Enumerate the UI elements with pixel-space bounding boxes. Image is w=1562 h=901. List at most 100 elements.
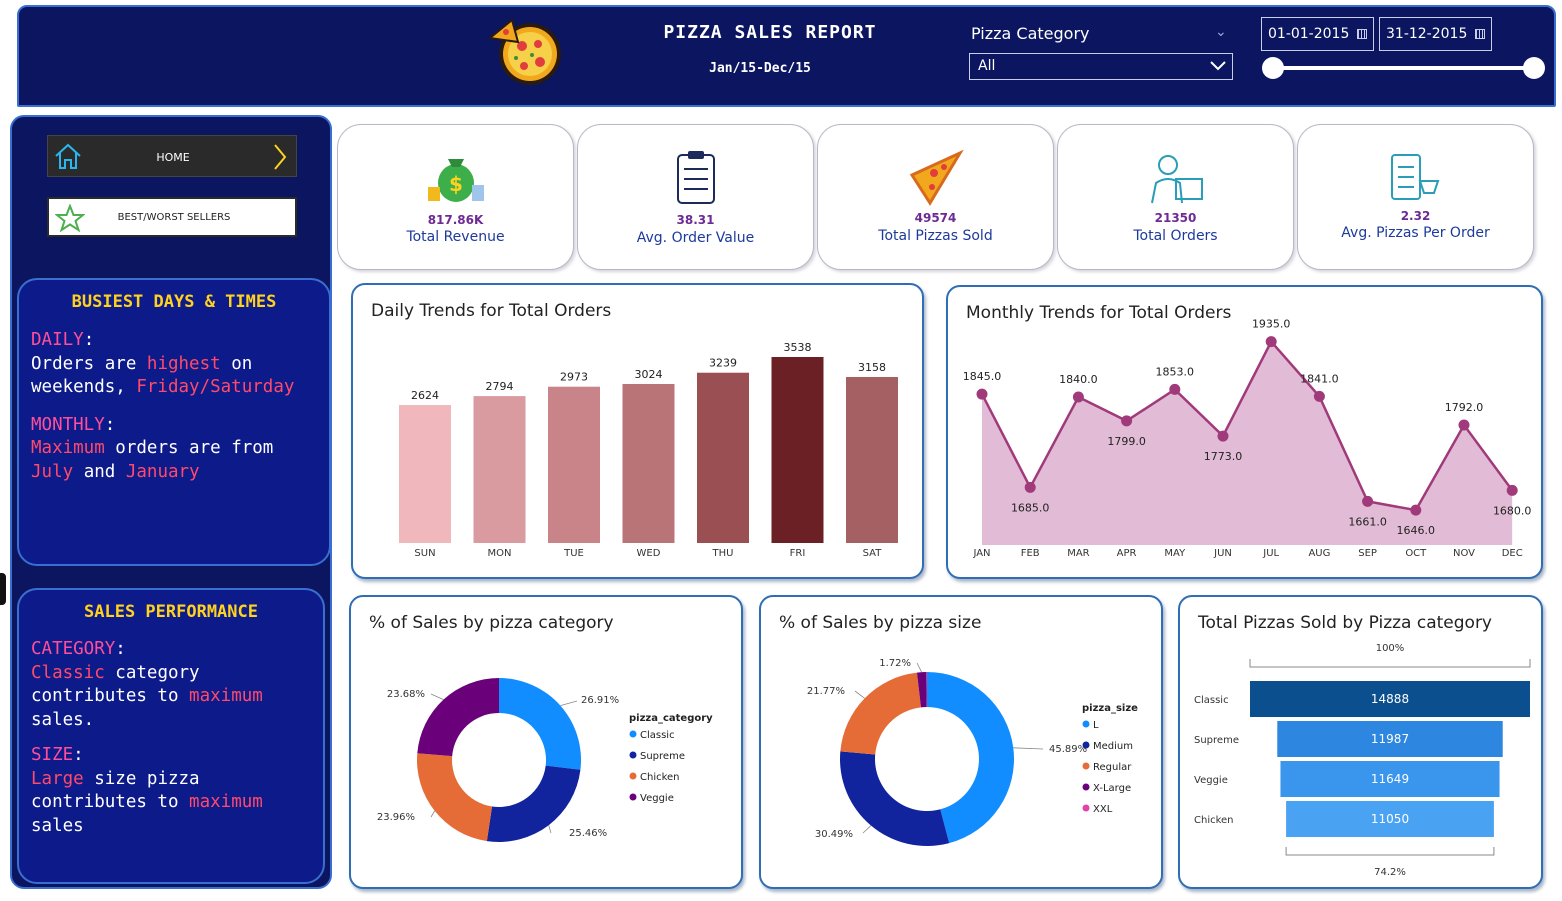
daily-trends-chart: 2624 SUN 2794 MON 2973 TUE 3024 WED 3239 THU 3538 F… xyxy=(399,341,898,559)
category-filter-value: All xyxy=(978,58,996,74)
leader-line xyxy=(1013,747,1044,750)
chevron-right-icon xyxy=(274,144,287,170)
sales-by-size-chart: 45.89% 30.49% 21.77% 1.72% pizza_size L Medium… xyxy=(807,658,1138,846)
leader-line xyxy=(916,662,923,673)
highlight-span: maximum xyxy=(189,792,263,812)
data-label: 1646.0 xyxy=(1397,524,1436,537)
report-subtitle: Jan/15-Dec/15 xyxy=(709,61,811,76)
funnel-bottom-bracket xyxy=(1285,847,1495,856)
data-label: 3239 xyxy=(709,357,737,370)
data-point xyxy=(1024,481,1036,493)
highlight-span: highest xyxy=(146,353,221,374)
size-label: SIZE xyxy=(31,745,74,765)
date-slider-end-handle[interactable] xyxy=(1523,57,1545,79)
funnel-bottom-label: 74.2% xyxy=(1374,867,1406,878)
data-label: 11050 xyxy=(1371,812,1409,826)
data-point xyxy=(1506,484,1518,496)
pizza-slice-icon xyxy=(909,149,964,206)
x-tick-label: APR xyxy=(1117,548,1137,559)
legend-marker xyxy=(1082,741,1090,749)
data-point xyxy=(1265,336,1277,348)
calendar-icon[interactable] xyxy=(1475,29,1485,39)
bar xyxy=(771,357,824,543)
text-span: category xyxy=(104,662,200,683)
sales-by-category-chart: 26.91% 25.46% 23.96% 23.68% pizza_category Cl… xyxy=(377,678,713,842)
money-bag-icon: $ xyxy=(428,159,484,202)
monthly-label: MONTHLY xyxy=(31,414,105,435)
category-filter-label: Pizza Category xyxy=(971,24,1090,43)
donut-slice xyxy=(486,765,581,842)
kpi-label: Total Orders xyxy=(1133,228,1218,244)
text-span: and xyxy=(73,461,126,482)
x-tick-label: MON xyxy=(488,548,512,559)
date-start-value: 01-01-2015 xyxy=(1268,26,1350,42)
data-label: 23.68% xyxy=(387,689,425,700)
data-label: 11649 xyxy=(1371,772,1409,786)
x-tick-label: JUN xyxy=(1213,548,1232,559)
nav-best-worst-button[interactable]: BEST/WORST SELLERS xyxy=(47,197,297,237)
date-start-field[interactable]: 01-01-2015 xyxy=(1261,17,1374,51)
chevron-down-icon[interactable]: ⌄ xyxy=(1215,24,1227,40)
leader-line xyxy=(430,810,436,818)
x-tick-label: FEB xyxy=(1021,548,1040,559)
x-tick-label: THU xyxy=(712,548,734,559)
x-tick-label: SUN xyxy=(414,548,435,559)
nav-home-label: HOME xyxy=(156,151,190,164)
data-label: 2624 xyxy=(411,389,439,402)
legend-marker xyxy=(1082,720,1090,728)
date-slider-start-handle[interactable] xyxy=(1262,57,1284,79)
highlight-span: Friday/Saturday xyxy=(136,377,295,397)
data-label: 1799.0 xyxy=(1107,435,1146,448)
x-tick-label: AUG xyxy=(1308,548,1330,559)
category-label: Classic xyxy=(1194,695,1229,706)
text-span: orders are from xyxy=(104,438,274,458)
x-tick-label: MAR xyxy=(1067,548,1089,559)
legend-entry: XXL xyxy=(1093,804,1113,815)
checklist-cart-icon xyxy=(1391,154,1440,200)
kpi-value: 38.31 xyxy=(676,213,715,227)
date-end-field[interactable]: 31-12-2015 xyxy=(1379,17,1492,51)
legend-entry: X-Large xyxy=(1093,783,1131,794)
performance-title: SALES PERFORMANCE xyxy=(84,602,258,622)
legend-title: pizza_category xyxy=(629,713,713,724)
kpi-avg-pizzas-per-order: 2.32 Avg. Pizzas Per Order xyxy=(1297,124,1534,270)
legend-entry: Regular xyxy=(1093,762,1132,773)
legend-title: pizza_size xyxy=(1082,703,1138,714)
bar xyxy=(473,396,526,543)
data-point xyxy=(1362,495,1374,507)
data-point xyxy=(1072,391,1084,403)
x-tick-label: FRI xyxy=(790,548,806,559)
legend-marker xyxy=(629,751,637,759)
data-label: 1792.0 xyxy=(1445,401,1484,414)
calendar-icon[interactable] xyxy=(1357,29,1367,39)
data-label: 1853.0 xyxy=(1156,365,1195,378)
legend-entry: Classic xyxy=(640,730,675,741)
highlight-span: Large xyxy=(31,768,84,789)
data-label: 23.96% xyxy=(377,812,415,823)
highlight-span: January xyxy=(125,461,200,482)
date-range-slider[interactable] xyxy=(1272,66,1534,70)
highlight-span: maximum xyxy=(189,686,263,706)
clipboard-icon xyxy=(677,151,715,204)
collapse-handle[interactable] xyxy=(0,573,6,605)
bar xyxy=(846,376,898,543)
legend-marker xyxy=(1082,804,1090,812)
x-tick-label: JUL xyxy=(1262,548,1279,559)
data-label: 1773.0 xyxy=(1204,450,1243,463)
funnel-top-bracket xyxy=(1249,659,1531,668)
donut-slice xyxy=(840,751,950,846)
bar xyxy=(622,384,675,543)
data-label: 1685.0 xyxy=(1011,501,1049,514)
bar xyxy=(548,386,600,543)
category-filter-select[interactable]: All xyxy=(969,53,1233,80)
data-point xyxy=(1458,419,1470,431)
donut-slice xyxy=(499,678,581,770)
data-point xyxy=(976,388,988,400)
data-point xyxy=(1217,430,1229,442)
nav-home-button[interactable]: HOME xyxy=(47,135,297,177)
x-tick-label: WED xyxy=(637,548,661,559)
x-tick-label: SAT xyxy=(863,548,883,559)
data-point xyxy=(1169,383,1181,395)
data-label: 2794 xyxy=(486,380,514,393)
data-label: 3158 xyxy=(858,361,886,374)
